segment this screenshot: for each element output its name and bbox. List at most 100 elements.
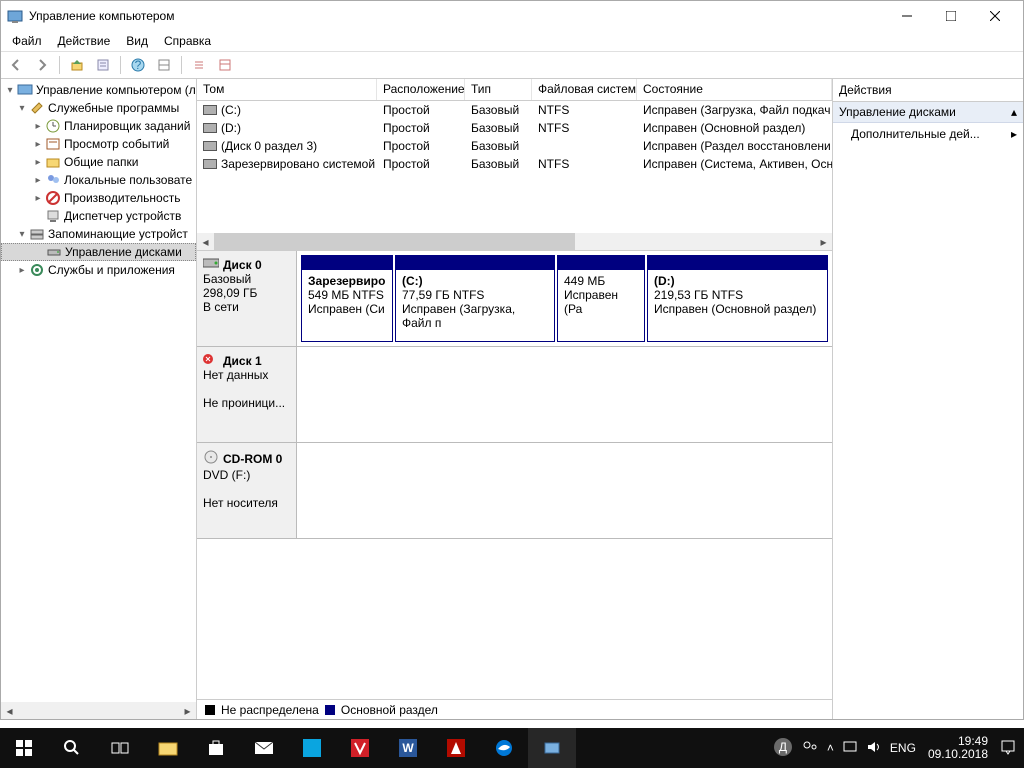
tree-scrollbar[interactable]: ◂▸	[1, 702, 196, 719]
tree-services[interactable]: ▸Службы и приложения	[1, 261, 196, 279]
volume-row[interactable]: (Диск 0 раздел 3)ПростойБазовыйИсправен …	[197, 137, 832, 155]
tree-root[interactable]: ▾Управление компьютером (л	[1, 81, 196, 99]
expand-icon[interactable]: ▸	[15, 265, 29, 276]
menu-view[interactable]: Вид	[119, 32, 155, 50]
tree-performance[interactable]: ▸Производительность	[1, 189, 196, 207]
collapse-icon[interactable]: ▾	[15, 229, 29, 240]
tray-clock[interactable]: 19:49 09.10.2018	[924, 735, 992, 761]
navigation-tree[interactable]: ▾Управление компьютером (л ▾Служебные пр…	[1, 79, 197, 719]
actions-more[interactable]: Дополнительные дей... ▸	[833, 123, 1023, 145]
scroll-left-icon[interactable]: ◂	[1, 702, 18, 719]
tray-language[interactable]: ENG	[890, 741, 916, 755]
svg-text:W: W	[402, 741, 414, 755]
tree-event-viewer[interactable]: ▸Просмотр событий	[1, 135, 196, 153]
svg-text:?: ?	[135, 58, 142, 72]
search-button[interactable]	[48, 728, 96, 768]
app-icon	[7, 8, 23, 24]
tray-notifications-icon[interactable]	[1000, 739, 1016, 758]
col-fs[interactable]: Файловая система	[532, 79, 637, 100]
tree-device-manager[interactable]: Диспетчер устройств	[1, 207, 196, 225]
tree-shared-folders[interactable]: ▸Общие папки	[1, 153, 196, 171]
cdrom-block[interactable]: CD-ROM 0 DVD (F:) Нет носителя	[197, 443, 832, 539]
col-layout[interactable]: Расположение	[377, 79, 465, 100]
disk-icon	[46, 244, 62, 260]
tray-user-icon[interactable]: Д	[773, 737, 793, 760]
menu-file[interactable]: Файл	[5, 32, 49, 50]
storage-icon	[29, 226, 45, 242]
tray-volume-icon[interactable]	[866, 739, 882, 758]
menu-help[interactable]: Справка	[157, 32, 218, 50]
disk-graphical-pane[interactable]: Диск 0 Базовый 298,09 ГБ В сети Зарезерв…	[197, 250, 832, 699]
expand-icon[interactable]: ▸	[31, 121, 45, 132]
partition-recovery[interactable]: 449 МБИсправен (Ра	[557, 255, 645, 342]
volume-row[interactable]: Зарезервировано системойПростойБазовыйNT…	[197, 155, 832, 173]
disk-0-block[interactable]: Диск 0 Базовый 298,09 ГБ В сети Зарезерв…	[197, 251, 832, 347]
cdrom-icon	[203, 449, 219, 468]
tray-chevron-up-icon[interactable]: ˄	[827, 741, 834, 755]
toolbar-forward-button[interactable]	[31, 54, 53, 76]
disk-1-block[interactable]: Диск 1 Нет данных Не проиници...	[197, 347, 832, 443]
volume-row[interactable]: (C:)ПростойБазовыйNTFSИсправен (Загрузка…	[197, 101, 832, 119]
scrollbar-thumb[interactable]	[214, 233, 575, 250]
scroll-right-icon[interactable]: ▸	[815, 233, 832, 250]
toolbar-properties-button[interactable]	[92, 54, 114, 76]
volume-list[interactable]: (C:)ПростойБазовыйNTFSИсправен (Загрузка…	[197, 101, 832, 233]
tree-disk-management[interactable]: Управление дисками	[1, 243, 196, 261]
volume-row[interactable]: (D:)ПростойБазовыйNTFSИсправен (Основной…	[197, 119, 832, 137]
tree-local-users[interactable]: ▸Локальные пользовате	[1, 171, 196, 189]
tray-people-icon[interactable]	[801, 738, 819, 759]
taskbar-app1[interactable]	[288, 728, 336, 768]
menu-action[interactable]: Действие	[51, 32, 118, 50]
col-type[interactable]: Тип	[465, 79, 532, 100]
maximize-button[interactable]	[929, 1, 973, 31]
toolbar-help-button[interactable]: ?	[127, 54, 149, 76]
col-status[interactable]: Состояние	[637, 79, 832, 100]
scroll-right-icon[interactable]: ▸	[179, 702, 196, 719]
task-view-button[interactable]	[96, 728, 144, 768]
titlebar[interactable]: Управление компьютером	[1, 1, 1023, 31]
toolbar-up-button[interactable]	[66, 54, 88, 76]
taskbar-explorer[interactable]	[144, 728, 192, 768]
toolbar-back-button[interactable]	[5, 54, 27, 76]
close-button[interactable]	[973, 1, 1017, 31]
users-icon	[45, 172, 61, 188]
taskbar-store[interactable]	[192, 728, 240, 768]
partition-c[interactable]: (C:)77,59 ГБ NTFSИсправен (Загрузка, Фай…	[395, 255, 555, 342]
actions-header: Действия	[833, 79, 1023, 102]
expand-icon[interactable]: ▸	[31, 193, 45, 204]
tree-system-tools[interactable]: ▾Служебные программы	[1, 99, 196, 117]
taskbar-word[interactable]: W	[384, 728, 432, 768]
svg-text:Д: Д	[779, 740, 787, 754]
tree-task-scheduler[interactable]: ▸Планировщик заданий	[1, 117, 196, 135]
toolbar-separator	[120, 56, 121, 74]
taskbar-edge[interactable]	[480, 728, 528, 768]
taskbar-kaspersky[interactable]	[336, 728, 384, 768]
toolbar-detail-button[interactable]	[214, 54, 236, 76]
volume-list-header: Том Расположение Тип Файловая система Со…	[197, 79, 832, 101]
partition-d[interactable]: (D:)219,53 ГБ NTFSИсправен (Основной раз…	[647, 255, 828, 342]
actions-group[interactable]: Управление дисками ▴	[833, 102, 1023, 123]
collapse-icon[interactable]: ▾	[15, 103, 29, 114]
toolbar-list-button[interactable]	[188, 54, 210, 76]
scroll-left-icon[interactable]: ◂	[197, 233, 214, 250]
expand-icon[interactable]: ▸	[31, 139, 45, 150]
taskbar-acrobat[interactable]	[432, 728, 480, 768]
start-button[interactable]	[0, 728, 48, 768]
expand-icon[interactable]: ▸	[31, 175, 45, 186]
expand-icon[interactable]: ▸	[31, 157, 45, 168]
volume-scrollbar[interactable]: ◂ ▸	[197, 233, 832, 250]
minimize-button[interactable]	[885, 1, 929, 31]
toolbar-view-button[interactable]	[153, 54, 175, 76]
collapse-icon[interactable]: ▴	[1011, 105, 1017, 119]
taskbar-mail[interactable]	[240, 728, 288, 768]
collapse-icon[interactable]: ▾	[3, 85, 17, 96]
tree-storage[interactable]: ▾Запоминающие устройст	[1, 225, 196, 243]
taskbar-compmgmt-active[interactable]	[528, 728, 576, 768]
taskbar[interactable]: W Д ˄ ENG 19:49 09.10.2018	[0, 728, 1024, 768]
system-tray[interactable]: Д ˄ ENG 19:49 09.10.2018	[765, 728, 1024, 768]
partition-reserved[interactable]: Зарезервиро549 МБ NTFSИсправен (Си	[301, 255, 393, 342]
app-window: Управление компьютером Файл Действие Вид…	[0, 0, 1024, 720]
col-volume[interactable]: Том	[197, 79, 377, 100]
legend: Не распределена Основной раздел	[197, 699, 832, 719]
tray-monitor-icon[interactable]	[842, 739, 858, 758]
